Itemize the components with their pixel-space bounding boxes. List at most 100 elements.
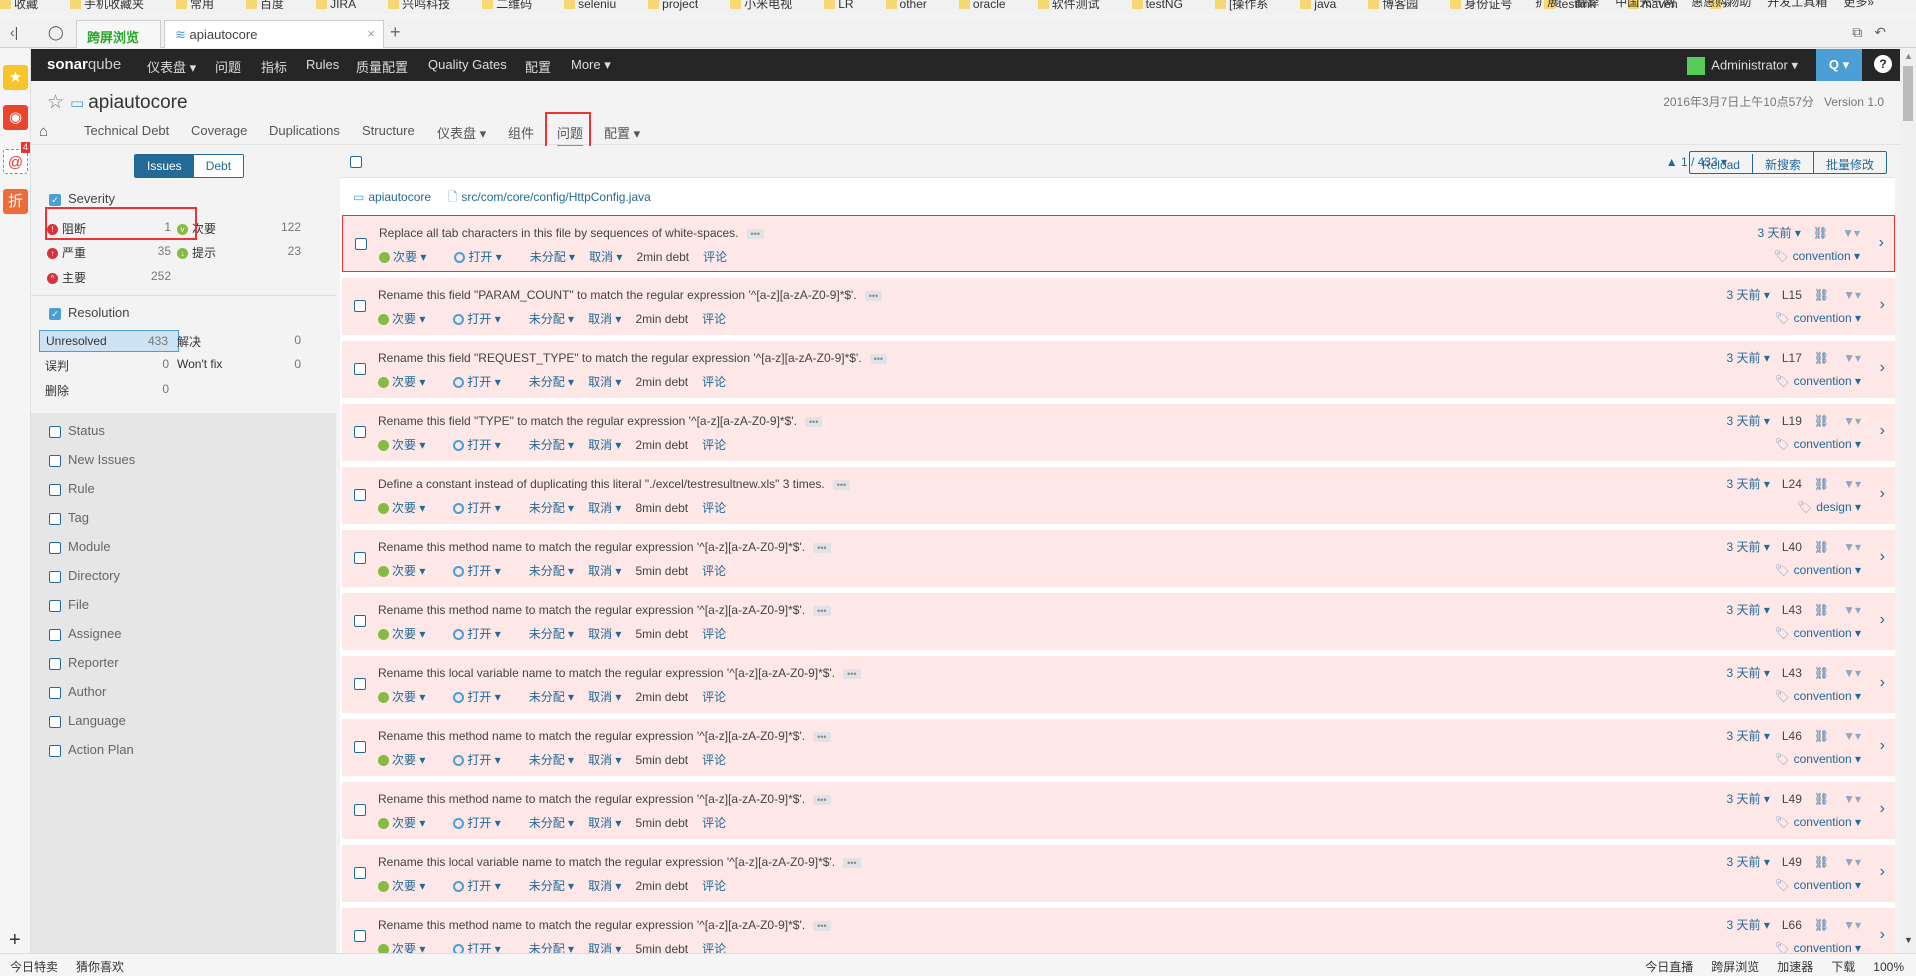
action-plan-dropdown[interactable]: 取消 ▾: [588, 375, 621, 389]
nav-quality-profiles[interactable]: 质量配置: [356, 57, 408, 76]
more-icon[interactable]: •••: [813, 795, 831, 805]
checkbox[interactable]: [49, 657, 61, 670]
more-icon[interactable]: •••: [843, 669, 861, 679]
issue-checkbox[interactable]: [354, 300, 366, 312]
facet-resolution-2[interactable]: 删除 0: [39, 379, 179, 401]
bookmark-item[interactable]: 常用: [176, 0, 230, 11]
nav-issues[interactable]: 问题: [215, 57, 241, 76]
chevron-right-icon[interactable]: ›: [1880, 548, 1885, 566]
issue-line[interactable]: L19: [1782, 414, 1802, 428]
component-file-link[interactable]: src/com/core/config/HttpConfig.java: [461, 190, 650, 204]
extension-item[interactable]: 翻译: [1575, 0, 1599, 9]
facet-resolution-header[interactable]: ✓ Resolution: [49, 305, 129, 320]
comment-link[interactable]: 评论: [702, 375, 726, 389]
weibo-icon[interactable]: ◉: [3, 105, 28, 130]
facet-status[interactable]: Status: [49, 423, 105, 438]
extension-item[interactable]: 惠惠购物助: [1691, 0, 1751, 9]
issue-line[interactable]: L15: [1782, 288, 1802, 302]
chevron-right-icon[interactable]: ›: [1880, 926, 1885, 944]
bookmark-item[interactable]: 兴鸣科技: [388, 0, 466, 11]
issue-row[interactable]: Rename this field "PARAM_COUNT" to match…: [342, 278, 1895, 335]
issue-age-dropdown[interactable]: 3 天前 ▾: [1726, 918, 1769, 932]
close-tab-icon[interactable]: ×: [367, 26, 375, 41]
issue-message[interactable]: Rename this field "REQUEST_TYPE" to matc…: [378, 351, 888, 365]
issue-message[interactable]: Rename this field "PARAM_COUNT" to match…: [378, 288, 883, 302]
link-icon[interactable]: ⛓: [1813, 226, 1828, 240]
mode-issues[interactable]: Issues: [135, 155, 194, 177]
status-dropdown[interactable]: 打开 ▾: [453, 438, 514, 452]
tab-cross-screen[interactable]: 跨屏浏览: [76, 20, 161, 48]
action-plan-dropdown[interactable]: 取消 ▾: [588, 312, 621, 326]
issues-debt-toggle[interactable]: Issues Debt: [134, 154, 245, 178]
facet-author[interactable]: Author: [49, 684, 106, 699]
more-icon[interactable]: •••: [746, 229, 764, 239]
issue-checkbox[interactable]: [354, 867, 366, 879]
facet-resolution-1[interactable]: 误判 0: [39, 354, 179, 376]
more-icon[interactable]: •••: [813, 732, 831, 742]
action-plan-dropdown[interactable]: 取消 ▾: [588, 438, 621, 452]
issue-message[interactable]: Rename this method name to match the reg…: [378, 792, 831, 806]
favorite-star-icon[interactable]: ☆: [47, 92, 64, 113]
issue-age-dropdown[interactable]: 3 天前 ▾: [1726, 414, 1769, 428]
issue-age-dropdown[interactable]: 3 天前 ▾: [1726, 603, 1769, 617]
facet-new-issues[interactable]: New Issues: [49, 452, 135, 467]
issue-tags-dropdown[interactable]: 🏷 convention ▾: [1774, 437, 1861, 451]
subnav-technical-debt[interactable]: Technical Debt: [84, 123, 169, 138]
select-all-checkbox[interactable]: [350, 156, 362, 168]
severity-dropdown[interactable]: 次要 ▾: [378, 753, 439, 767]
facet-resolution-4[interactable]: Won't fix 0: [171, 354, 311, 376]
comment-link[interactable]: 评论: [702, 753, 726, 767]
issue-checkbox[interactable]: [354, 930, 366, 942]
checkbox[interactable]: [49, 512, 61, 525]
filter-icon[interactable]: ▼▾: [1843, 477, 1861, 491]
facet-assignee[interactable]: Assignee: [49, 626, 121, 641]
link-icon[interactable]: ⛓: [1814, 540, 1829, 554]
bookmark-item[interactable]: other: [885, 0, 943, 11]
checkbox[interactable]: ✓: [49, 193, 61, 206]
issue-checkbox[interactable]: [354, 489, 366, 501]
status-item[interactable]: 今日直播: [1645, 960, 1693, 974]
facet-severity-header[interactable]: ✓ Severity: [49, 191, 115, 206]
assignee-dropdown[interactable]: 未分配 ▾: [529, 375, 574, 389]
back-icon[interactable]: ‹|: [10, 24, 18, 40]
issue-message[interactable]: Define a constant instead of duplicating…: [378, 477, 851, 491]
comment-link[interactable]: 评论: [703, 250, 727, 264]
filter-icon[interactable]: ▼▾: [1843, 666, 1861, 680]
extension-item[interactable]: 更多»: [1843, 0, 1874, 9]
facet-action-plan[interactable]: Action Plan: [49, 742, 134, 757]
assignee-dropdown[interactable]: 未分配 ▾: [529, 753, 574, 767]
bookmark-item[interactable]: project: [648, 0, 714, 11]
chevron-right-icon[interactable]: ›: [1880, 296, 1885, 314]
link-icon[interactable]: ⛓: [1814, 855, 1829, 869]
restore-icon[interactable]: ⧉: [1852, 24, 1874, 40]
facet-language[interactable]: Language: [49, 713, 126, 728]
nav-measures[interactable]: 指标: [261, 57, 287, 76]
filter-icon[interactable]: ▼▾: [1843, 351, 1861, 365]
chevron-right-icon[interactable]: ›: [1880, 674, 1885, 692]
checkbox[interactable]: ✓: [49, 307, 61, 320]
link-icon[interactable]: ⛓: [1814, 666, 1829, 680]
issue-message[interactable]: Rename this method name to match the reg…: [378, 540, 831, 554]
chevron-right-icon[interactable]: ›: [1880, 611, 1885, 629]
issue-age-dropdown[interactable]: 3 天前 ▾: [1757, 226, 1800, 240]
action-plan-dropdown[interactable]: 取消 ▾: [589, 250, 622, 264]
issue-tags-dropdown[interactable]: 🏷 convention ▾: [1774, 752, 1861, 766]
more-icon[interactable]: •••: [813, 921, 831, 931]
subnav-components[interactable]: 组件: [508, 123, 534, 142]
status-dropdown[interactable]: 打开 ▾: [453, 312, 514, 326]
assignee-dropdown[interactable]: 未分配 ▾: [530, 250, 575, 264]
link-icon[interactable]: ⛓: [1814, 918, 1829, 932]
discount-icon[interactable]: 折: [3, 189, 28, 214]
assignee-dropdown[interactable]: 未分配 ▾: [529, 627, 574, 641]
more-icon[interactable]: •••: [813, 606, 831, 616]
status-item[interactable]: 今日特卖: [10, 960, 58, 974]
chevron-right-icon[interactable]: ›: [1880, 359, 1885, 377]
issue-tags-dropdown[interactable]: 🏷 convention ▾: [1774, 563, 1861, 577]
checkbox[interactable]: [49, 425, 61, 438]
more-icon[interactable]: •••: [832, 480, 851, 490]
issue-line[interactable]: L49: [1782, 792, 1802, 806]
issue-message[interactable]: Rename this local variable name to match…: [378, 855, 861, 869]
status-dropdown[interactable]: 打开 ▾: [453, 564, 514, 578]
facet-rule[interactable]: Rule: [49, 481, 95, 496]
refresh-icon[interactable]: ◯: [48, 24, 64, 41]
